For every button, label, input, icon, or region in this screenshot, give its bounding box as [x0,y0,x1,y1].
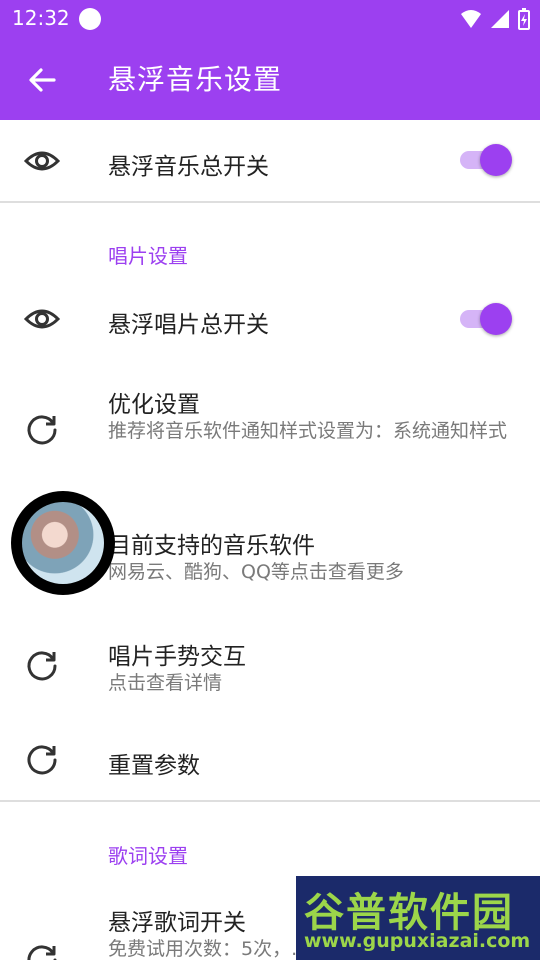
setting-label: 唱片手势交互 [108,644,246,670]
divider [0,800,540,802]
refresh-icon [27,745,57,775]
status-bar: 12:32 [0,0,540,38]
battery-icon [518,8,530,30]
app-bar: 悬浮音乐设置 [0,38,540,120]
setting-label: 重置参数 [108,753,200,779]
setting-label: 目前支持的音乐软件 [108,533,315,559]
section-header-lyrics: 歌词设置 [108,844,188,868]
refresh-icon [27,651,57,681]
setting-disc-switch[interactable]: 悬浮唱片总开关 [0,280,540,360]
setting-label: 悬浮唱片总开关 [108,312,269,338]
arrow-left-icon[interactable] [22,60,62,100]
divider [0,201,540,203]
watermark-url: www.gupuxiazai.com [304,930,531,952]
setting-label: 悬浮音乐总开关 [108,154,269,180]
setting-sub: 点击查看详情 [108,672,223,694]
page-title: 悬浮音乐设置 [108,63,283,96]
setting-label: 优化设置 [108,392,200,418]
floating-disc[interactable] [11,491,115,595]
status-time: 12:32 [12,6,70,30]
disc-toggle[interactable] [458,301,514,337]
disc-cover-image [22,502,104,584]
master-toggle[interactable] [458,142,514,178]
refresh-icon [27,415,57,445]
toggle-thumb [480,144,512,176]
section-header-disc: 唱片设置 [108,244,188,268]
eye-icon [24,151,60,171]
signal-icon [491,10,509,28]
setting-sub: 推荐将音乐软件通知样式设置为：系统通知样式 [108,420,508,442]
toggle-thumb [480,303,512,335]
wifi-icon [461,10,481,28]
setting-sub: 网易云、酷狗、QQ等点击查看更多 [108,561,404,583]
setting-optimize[interactable]: 优化设置 推荐将音乐软件通知样式设置为：系统通知样式 [0,372,540,482]
eye-icon [24,309,60,329]
setting-label: 悬浮歌词开关 [108,910,246,936]
setting-gesture[interactable]: 唱片手势交互 点击查看详情 [0,622,540,712]
status-icons [460,8,530,30]
notification-dot-icon [79,8,101,30]
watermark-logo: 谷普软件园 www.gupuxiazai.com [296,876,540,960]
setting-master-switch[interactable]: 悬浮音乐总开关 [0,120,540,202]
refresh-icon [27,945,57,960]
setting-reset[interactable]: 重置参数 [0,722,540,800]
